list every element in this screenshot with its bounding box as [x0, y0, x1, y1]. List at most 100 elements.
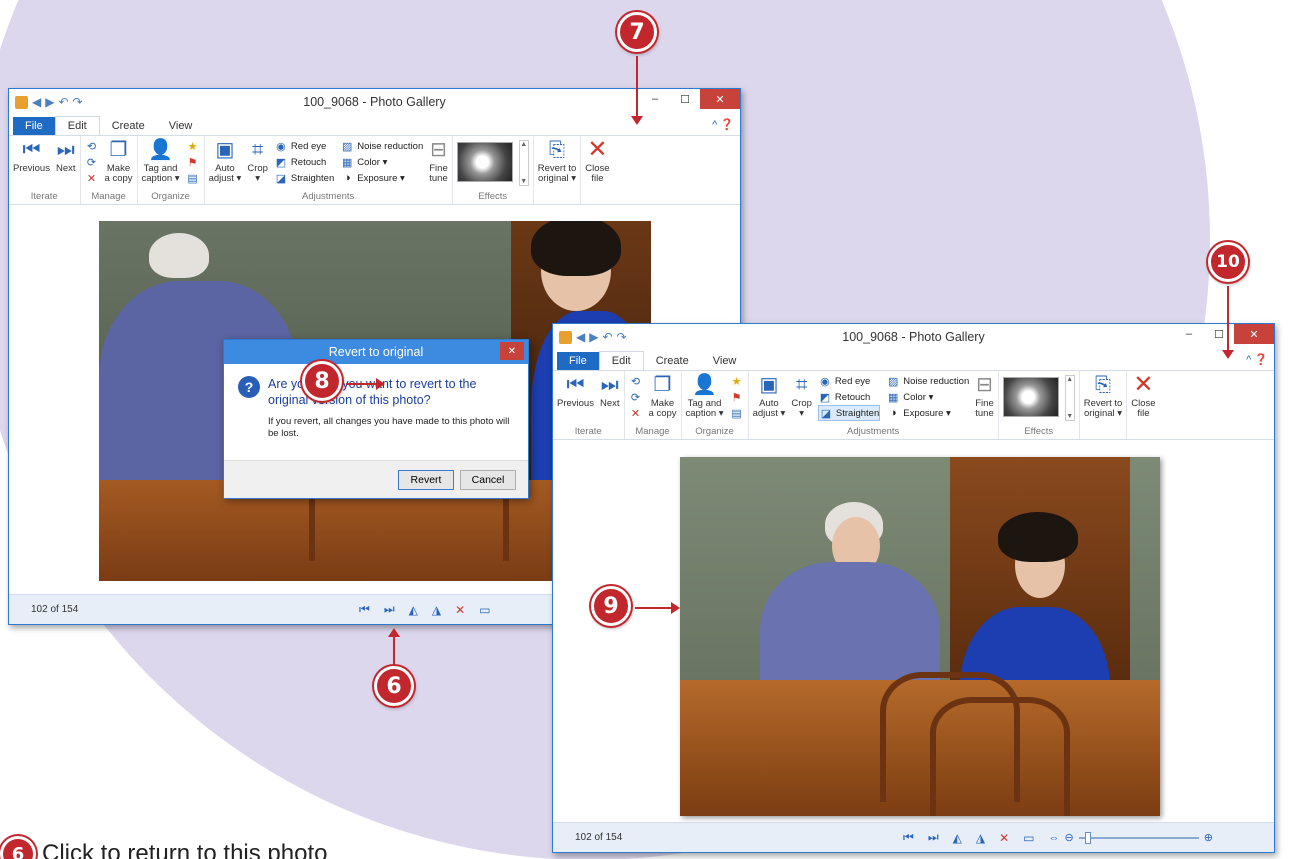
previous-button[interactable]: ⏮ Previous: [13, 138, 50, 174]
straighten-button[interactable]: ◪ Straighten: [274, 170, 335, 186]
straighten-button[interactable]: ◪ Straighten: [817, 405, 881, 421]
next-button[interactable]: ⏭ Next: [600, 373, 620, 409]
noise-reduction-button[interactable]: ▨ Noise reduction: [886, 373, 969, 389]
rotate-right-button[interactable]: ⟳: [85, 154, 99, 170]
effects-scroller[interactable]: ▲ ▼: [1064, 375, 1075, 421]
close-window-button[interactable]: ✕: [700, 89, 740, 109]
auto-adjust-button[interactable]: ▣ Auto adjust ▾: [753, 373, 786, 419]
tab-view[interactable]: View: [157, 117, 205, 135]
retouch-button[interactable]: ◩ Retouch: [274, 154, 334, 170]
flag-button[interactable]: ⚑: [186, 154, 200, 170]
delete-icon[interactable]: ✕: [455, 603, 465, 617]
zoom-out-icon[interactable]: ⊖: [1065, 831, 1074, 844]
rotate-right-icon[interactable]: ◮: [976, 831, 985, 845]
tab-create[interactable]: Create: [100, 117, 157, 135]
maximize-button[interactable]: ☐: [670, 89, 700, 109]
previous-button[interactable]: ⏮ Previous: [557, 373, 594, 409]
revert-to-original-button[interactable]: ⎘ Revert to original ▾: [1084, 373, 1123, 419]
color-button[interactable]: ▦ Color ▾: [886, 389, 969, 405]
callout-8-arrowhead: [376, 378, 385, 390]
crop-button[interactable]: ⌗ Crop ▾: [791, 373, 812, 419]
tab-edit[interactable]: Edit: [54, 116, 100, 135]
rotate-right-button[interactable]: ⟳: [629, 389, 643, 405]
red-eye-button[interactable]: ◉ Red eye: [818, 373, 880, 389]
delete-icon: ✕: [86, 172, 97, 185]
fine-tune-button[interactable]: ⊟ Fine tune: [975, 373, 994, 419]
tab-edit[interactable]: Edit: [598, 351, 644, 370]
next-photo-icon[interactable]: ⏭: [928, 830, 939, 845]
rotate-right-icon[interactable]: ◮: [432, 603, 441, 617]
callout-9-arrow: [635, 607, 671, 609]
rating-button[interactable]: ★: [186, 138, 200, 154]
close-file-button[interactable]: ✕ Close file: [1131, 373, 1155, 419]
effect-preview[interactable]: [456, 142, 513, 182]
actual-size-icon[interactable]: ⇔: [1049, 832, 1060, 844]
rotate-left-icon[interactable]: ◭: [953, 831, 962, 845]
delete-button[interactable]: ✕: [629, 405, 643, 421]
group-manage: ⟲ ⟳ ✕ ❐ Make a copy Manage: [81, 136, 138, 204]
make-copy-button[interactable]: ❐ Make a copy: [105, 138, 133, 184]
tag-caption-button[interactable]: 👤 Tag and caption ▾: [686, 373, 724, 419]
close-file-button[interactable]: ✕ Close file: [585, 138, 609, 184]
group-label: Manage: [635, 426, 670, 437]
exposure-button[interactable]: ◑ Exposure ▾: [886, 405, 969, 421]
tab-view[interactable]: View: [701, 352, 749, 370]
exposure-button[interactable]: ◑ Exposure ▾: [340, 170, 423, 186]
zoom-slider-thumb[interactable]: [1084, 831, 1091, 844]
help-icon[interactable]: ^ ❓: [1246, 353, 1268, 366]
group-iterate: ⏮ Previous ⏭ Next Iterate: [9, 136, 81, 204]
copy-icon: ❐: [653, 374, 672, 396]
rating-button[interactable]: ★: [730, 373, 744, 389]
tab-file[interactable]: File: [13, 117, 55, 135]
callout-9: 9: [591, 586, 631, 626]
dialog-close-button[interactable]: ✕: [500, 342, 524, 360]
status-bar: 102 of 154 ⏮ ⏭ ◭ ◮ ✕ ▭ ⇔ ⊖ ⊕: [553, 822, 1274, 852]
first-photo-icon[interactable]: ⏮: [903, 830, 914, 845]
red-eye-button[interactable]: ◉ Red eye: [274, 138, 334, 154]
rotate-left-button[interactable]: ⟲: [85, 138, 99, 154]
previous-icon: ⏮: [22, 139, 41, 161]
help-icon[interactable]: ^ ❓: [712, 118, 734, 131]
group-effects: ▲ ▼ Effects: [453, 136, 534, 204]
straighten-icon: ◪: [275, 172, 287, 185]
rotate-left-icon[interactable]: ◭: [409, 603, 418, 617]
next-button[interactable]: ⏭ Next: [56, 138, 76, 174]
make-copy-button[interactable]: ❐ Make a copy: [649, 373, 677, 419]
effects-scroller[interactable]: ▲ ▼: [518, 140, 529, 186]
first-photo-icon[interactable]: ⏮: [359, 602, 370, 617]
callout-7-arrowhead: [631, 116, 643, 125]
revert-button[interactable]: Revert: [398, 470, 454, 490]
properties-button[interactable]: ▤: [186, 170, 200, 186]
tab-file[interactable]: File: [557, 352, 599, 370]
effect-preview[interactable]: [1002, 377, 1059, 417]
zoom-in-icon[interactable]: ⊕: [1204, 831, 1213, 844]
rotate-left-button[interactable]: ⟲: [629, 373, 643, 389]
zoom-slider[interactable]: [1078, 831, 1199, 844]
properties-button[interactable]: ▤: [730, 405, 744, 421]
retouch-button[interactable]: ◩ Retouch: [818, 389, 880, 405]
delete-icon[interactable]: ✕: [999, 831, 1009, 845]
close-window-button[interactable]: ✕: [1234, 324, 1274, 344]
auto-adjust-icon: ▣: [215, 139, 235, 161]
crop-button[interactable]: ⌗ Crop ▾: [247, 138, 268, 184]
slideshow-icon[interactable]: ▭: [479, 603, 490, 617]
cancel-button[interactable]: Cancel: [460, 470, 516, 490]
minimize-button[interactable]: –: [1174, 324, 1204, 344]
slideshow-icon[interactable]: ▭: [1023, 831, 1034, 845]
ribbon: ⏮ Previous ⏭ Next Iterate ⟲ ⟳ ✕ ❐ Make a cop…: [553, 370, 1274, 440]
next-photo-icon[interactable]: ⏭: [384, 602, 395, 617]
tab-create[interactable]: Create: [644, 352, 701, 370]
callout-8-arrow: [346, 383, 376, 385]
delete-button[interactable]: ✕: [85, 170, 99, 186]
flag-button[interactable]: ⚑: [730, 389, 744, 405]
fine-tune-button[interactable]: ⊟ Fine tune: [429, 138, 448, 184]
revert-to-original-button[interactable]: ⎘ Revert to original ▾: [538, 138, 577, 184]
auto-adjust-button[interactable]: ▣ Auto adjust ▾: [209, 138, 242, 184]
minimize-button[interactable]: –: [640, 89, 670, 109]
copy-icon: ❐: [109, 139, 128, 161]
tag-caption-button[interactable]: 👤 Tag and caption ▾: [142, 138, 180, 184]
group-label: Iterate: [30, 191, 58, 202]
maximize-button[interactable]: ☐: [1204, 324, 1234, 344]
noise-reduction-button[interactable]: ▨ Noise reduction: [340, 138, 423, 154]
color-button[interactable]: ▦ Color ▾: [340, 154, 423, 170]
